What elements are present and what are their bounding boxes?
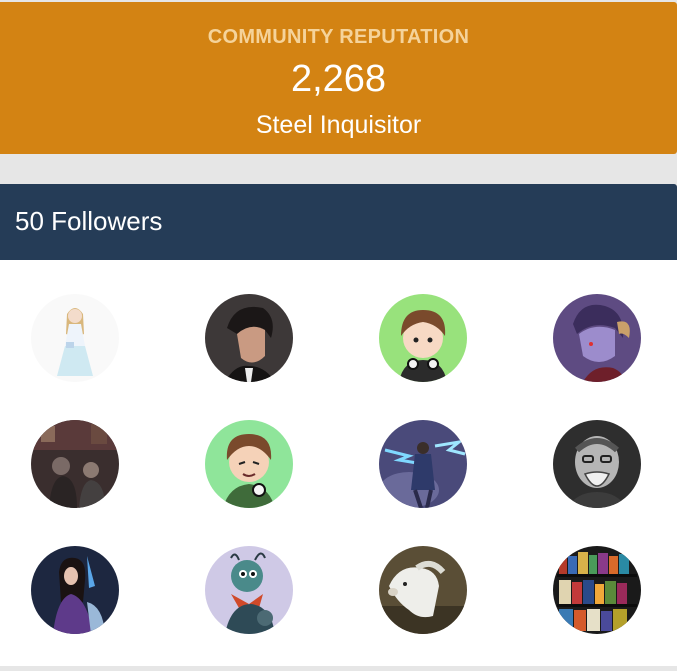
dark-haired-man-illustration-avatar xyxy=(205,294,293,382)
follower-avatar-10[interactable] xyxy=(205,546,293,634)
follower-avatar-9[interactable] xyxy=(31,546,119,634)
fantasy-woman-purple-avatar xyxy=(31,546,119,634)
dark-figures-scene-avatar xyxy=(31,420,119,508)
cartoon-boy-headphones-avatar xyxy=(379,294,467,382)
white-horse-avatar xyxy=(379,546,467,634)
follower-avatar-4[interactable] xyxy=(553,294,641,382)
followers-count-title: 50 Followers xyxy=(15,206,163,236)
follower-avatar-7[interactable] xyxy=(379,420,467,508)
illustrated-woman-white-dress-avatar xyxy=(31,294,119,382)
follower-avatar-12[interactable] xyxy=(553,546,641,634)
purple-demon-horns-avatar xyxy=(553,294,641,382)
follower-avatar-11[interactable] xyxy=(379,546,467,634)
community-reputation-card: COMMUNITY REPUTATION 2,268 Steel Inquisi… xyxy=(0,2,677,154)
reputation-rank: Steel Inquisitor xyxy=(255,111,422,139)
grayscale-laughing-man-avatar xyxy=(553,420,641,508)
follower-avatar-1[interactable] xyxy=(31,294,119,382)
followers-grid xyxy=(0,260,677,666)
mage-blue-lightning-avatar xyxy=(379,420,467,508)
bookshelf-games-avatar xyxy=(553,546,641,634)
cartoon-creature-lavender-avatar xyxy=(205,546,293,634)
follower-avatar-3[interactable] xyxy=(379,294,467,382)
reputation-value: 2,268 xyxy=(290,58,387,100)
follower-avatar-6[interactable] xyxy=(205,420,293,508)
followers-header: 50 Followers xyxy=(0,184,677,260)
follower-avatar-5[interactable] xyxy=(31,420,119,508)
follower-avatar-2[interactable] xyxy=(205,294,293,382)
cartoon-boy-green-avatar xyxy=(205,420,293,508)
follower-avatar-8[interactable] xyxy=(553,420,641,508)
reputation-heading: COMMUNITY REPUTATION xyxy=(207,26,470,48)
